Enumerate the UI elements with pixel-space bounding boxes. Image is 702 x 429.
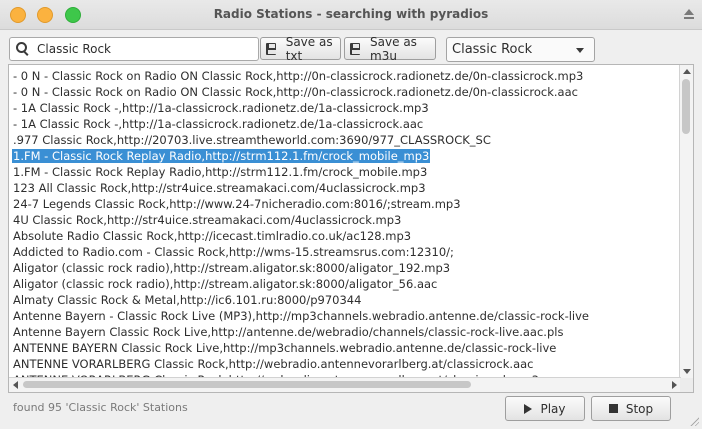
- station-row-text: Antenne Bayern - Classic Rock Live (MP3)…: [13, 309, 590, 323]
- station-row-text: - 0 N - Classic Rock on Radio ON Classic…: [13, 69, 584, 83]
- title-bar: Radio Stations - searching with pyradios: [0, 0, 702, 30]
- station-row-text: Aligator (classic rock radio),http://str…: [13, 261, 451, 275]
- save-as-m3u-button[interactable]: Save as m3u: [344, 34, 436, 63]
- station-row[interactable]: ANTENNE BAYERN Classic Rock Live,http://…: [9, 340, 681, 356]
- station-row-text: 123 All Classic Rock,http://str4uice.str…: [13, 181, 426, 195]
- scroll-up-icon[interactable]: [683, 69, 691, 74]
- shade-window-icon[interactable]: [683, 8, 694, 19]
- scroll-left-icon[interactable]: [13, 381, 18, 389]
- floppy-disk-icon: [266, 42, 276, 55]
- station-row[interactable]: Almaty Classic Rock & Metal,http://ic6.1…: [9, 292, 681, 308]
- station-row[interactable]: - 1A Classic Rock -,http://1a-classicroc…: [9, 100, 681, 116]
- vertical-scroll-thumb[interactable]: [682, 79, 690, 134]
- scroll-right-icon[interactable]: [672, 381, 677, 389]
- station-row-text: Addicted to Radio.com - Classic Rock,htt…: [13, 245, 454, 259]
- station-row-text: - 1A Classic Rock -,http://1a-classicroc…: [13, 101, 429, 115]
- station-row-text: 4U Classic Rock,http://str4uice.streamak…: [13, 213, 402, 227]
- station-row[interactable]: .977 Classic Rock,http://20703.live.stre…: [9, 132, 681, 148]
- station-row[interactable]: ANTENNE VORARLBERG Classic Rock,http://w…: [9, 356, 681, 372]
- station-row-text: Antenne Bayern Classic Rock Live,http://…: [13, 325, 564, 339]
- station-row[interactable]: Absolute Radio Classic Rock,http://iceca…: [9, 228, 681, 244]
- station-row-text: - 1A Classic Rock -,http://1a-classicroc…: [13, 117, 424, 131]
- horizontal-scrollbar[interactable]: [9, 377, 681, 392]
- resize-grip-icon[interactable]: [689, 416, 699, 426]
- status-text: found 95 'Classic Rock' Stations: [13, 401, 188, 414]
- chevron-down-icon: [576, 48, 584, 53]
- station-row[interactable]: Aligator (classic rock radio),http://str…: [9, 260, 681, 276]
- save-as-txt-label: Save as txt: [285, 34, 333, 63]
- window-title: Radio Stations - searching with pyradios: [213, 7, 489, 21]
- floppy-disk-icon: [350, 42, 361, 55]
- station-row-text: Absolute Radio Classic Rock,http://iceca…: [13, 229, 412, 243]
- station-row-text: 1.FM - Classic Rock Replay Radio,http://…: [13, 165, 428, 179]
- station-rows: - 0 N - Classic Rock on Radio ON Classic…: [9, 68, 681, 388]
- station-row-text: 24-7 Legends Classic Rock,http://www.24-…: [13, 197, 461, 211]
- station-row[interactable]: 1.FM - Classic Rock Replay Radio,http://…: [9, 164, 681, 180]
- search-icon: [16, 42, 27, 53]
- search-input[interactable]: [37, 40, 247, 58]
- station-row-text: ANTENNE VORARLBERG Classic Rock,http://w…: [13, 357, 534, 371]
- play-icon: [524, 403, 533, 414]
- stop-icon: [608, 404, 618, 413]
- horizontal-scroll-thumb[interactable]: [23, 381, 471, 388]
- station-row-text: 1.FM - Classic Rock Replay Radio,http://…: [12, 149, 431, 163]
- station-row[interactable]: - 0 N - Classic Rock on Radio ON Classic…: [9, 68, 681, 84]
- station-row-text: Almaty Classic Rock & Metal,http://ic6.1…: [13, 293, 362, 307]
- station-row[interactable]: Antenne Bayern Classic Rock Live,http://…: [9, 324, 681, 340]
- station-row[interactable]: 123 All Classic Rock,http://str4uice.str…: [9, 180, 681, 196]
- stop-label: Stop: [625, 401, 654, 416]
- search-field[interactable]: [9, 37, 259, 61]
- station-row[interactable]: 1.FM - Classic Rock Replay Radio,http://…: [9, 148, 681, 164]
- save-as-txt-button[interactable]: Save as txt: [260, 34, 341, 63]
- save-as-m3u-label: Save as m3u: [370, 34, 417, 63]
- station-row-text: Aligator (classic rock radio),http://str…: [13, 277, 438, 291]
- play-label: Play: [540, 401, 566, 416]
- station-row-text: ANTENNE BAYERN Classic Rock Live,http://…: [13, 341, 557, 355]
- station-row-text: - 0 N - Classic Rock on Radio ON Classic…: [13, 85, 578, 99]
- scrollbar-corner: [680, 378, 693, 392]
- station-row[interactable]: 4U Classic Rock,http://str4uice.streamak…: [9, 212, 681, 228]
- station-row-text: .977 Classic Rock,http://20703.live.stre…: [13, 133, 491, 147]
- scroll-down-icon[interactable]: [683, 369, 691, 374]
- station-row[interactable]: - 1A Classic Rock -,http://1a-classicroc…: [9, 116, 681, 132]
- station-row[interactable]: 24-7 Legends Classic Rock,http://www.24-…: [9, 196, 681, 212]
- station-list[interactable]: - 0 N - Classic Rock on Radio ON Classic…: [8, 64, 694, 393]
- genre-selected-value: Classic Rock: [452, 42, 533, 57]
- station-row[interactable]: Addicted to Radio.com - Classic Rock,htt…: [9, 244, 681, 260]
- stop-button[interactable]: Stop: [591, 396, 671, 421]
- vertical-scrollbar[interactable]: [679, 65, 693, 378]
- station-row[interactable]: - 0 N - Classic Rock on Radio ON Classic…: [9, 84, 681, 100]
- station-row[interactable]: Antenne Bayern - Classic Rock Live (MP3)…: [9, 308, 681, 324]
- play-button[interactable]: Play: [505, 396, 585, 421]
- station-row[interactable]: Aligator (classic rock radio),http://str…: [9, 276, 681, 292]
- genre-select[interactable]: Classic Rock: [446, 37, 595, 62]
